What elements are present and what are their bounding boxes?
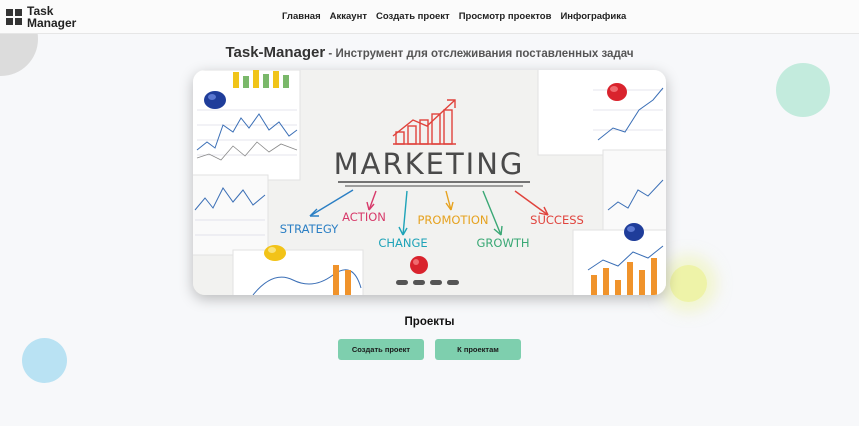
decor-circle-yellow xyxy=(670,265,707,302)
paper-sheet-bottom-left xyxy=(232,249,364,295)
word-action: ACTION xyxy=(342,210,386,224)
hero-marketing-illustration: MARKETING STRATEGY ACTION CHANGE PROMOTI… xyxy=(193,70,666,295)
go-to-projects-button[interactable]: К проектам xyxy=(435,339,521,360)
logo-text: Task Manager xyxy=(27,4,77,30)
grid-logo-icon xyxy=(6,9,22,25)
pushpin-red-top-right xyxy=(607,83,627,101)
pushpin-yellow-left xyxy=(264,245,286,261)
hero-carousel[interactable]: MARKETING STRATEGY ACTION CHANGE PROMOTI… xyxy=(193,70,666,295)
carousel-indicator-3[interactable] xyxy=(430,280,442,285)
page-subtitle: - Инструмент для отслеживания поставленн… xyxy=(325,48,634,60)
word-growth: GROWTH xyxy=(477,236,530,250)
projects-section-title: Проекты xyxy=(404,316,455,328)
decor-circle-teal xyxy=(776,63,830,117)
nav-link-home[interactable]: Главная xyxy=(282,11,321,22)
word-promotion: PROMOTION xyxy=(417,213,488,227)
page-title: Task-Manager xyxy=(225,44,326,61)
paper-sheet-right xyxy=(602,149,666,231)
word-change: CHANGE xyxy=(378,236,427,250)
logo[interactable]: Task Manager xyxy=(6,5,79,29)
word-success: SUCCESS xyxy=(530,213,584,227)
carousel-indicator-4[interactable] xyxy=(447,280,459,285)
paper-sheet-top-right xyxy=(537,70,666,156)
carousel-indicator-1[interactable] xyxy=(396,280,408,285)
top-navigation-bar: Task Manager Главная Аккаунт Создать про… xyxy=(0,0,859,34)
nav-link-infographics[interactable]: Инфографика xyxy=(560,11,626,22)
pushpin-blue-top-left xyxy=(204,91,226,109)
nav-link-account[interactable]: Аккаунт xyxy=(330,11,367,22)
create-project-button[interactable]: Создать проект xyxy=(338,339,424,360)
pushpin-blue-right xyxy=(624,223,644,241)
paper-sheet-mid-left xyxy=(193,174,269,256)
carousel-indicator-2[interactable] xyxy=(413,280,425,285)
word-strategy: STRATEGY xyxy=(280,222,339,236)
page-headline: Task-Manager - Инструмент для отслеживан… xyxy=(0,44,859,62)
nav-link-create-project[interactable]: Создать проект xyxy=(376,11,450,22)
decor-circle-blue xyxy=(22,338,67,383)
paper-sheet-bottom-right xyxy=(572,229,666,295)
nav-link-view-projects[interactable]: Просмотр проектов xyxy=(459,11,552,22)
main-nav: Главная Аккаунт Создать проект Просмотр … xyxy=(282,11,626,22)
paper-sheet-top-left xyxy=(193,70,301,181)
carousel-indicators xyxy=(396,280,459,285)
pushpin-red-bottom xyxy=(410,256,428,274)
hero-heading: MARKETING xyxy=(334,147,525,181)
